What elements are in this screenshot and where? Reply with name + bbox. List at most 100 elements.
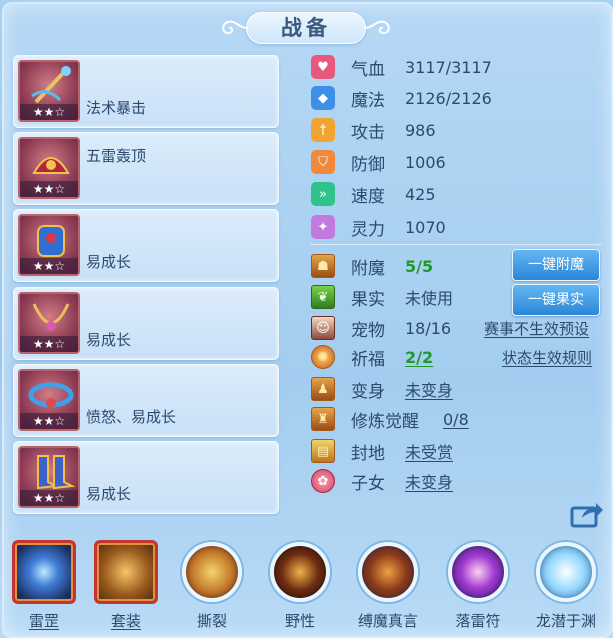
stat-label: 速度 (351, 186, 385, 207)
status-enchant[interactable]: ☗ 附魔 5/5 (311, 253, 433, 279)
skill-label: 落雷符 (455, 612, 501, 630)
suit-icon (94, 540, 158, 604)
equipment-card-boots[interactable]: ★★☆ 易成长 (13, 441, 279, 514)
stat-value: 2126/2126 (405, 88, 492, 108)
stat-attack: † 攻击 986 (311, 117, 436, 143)
skill-dragon[interactable]: 龙潜于渊 (530, 538, 602, 634)
stat-value: 1070 (405, 217, 446, 237)
status-value[interactable]: 0/8 (443, 410, 469, 429)
status-pet[interactable]: ☺ 宠物 18/16 (311, 315, 451, 341)
status-value[interactable]: 2/2 (405, 348, 433, 367)
status-fief[interactable]: ▤ 封地 未受赏 (311, 438, 453, 464)
status-label: 祈福 (351, 349, 385, 370)
status-label: 附魔 (351, 258, 385, 279)
skill-thunder-orb[interactable]: 雷罡 (8, 538, 80, 634)
status-value: 5/5 (405, 256, 434, 276)
speed-icon: » (311, 182, 335, 206)
title-banner: 战备 (216, 8, 396, 46)
thunder-talisman-icon (448, 542, 508, 602)
status-value: 未使用 (405, 289, 454, 308)
belt-icon (28, 382, 74, 408)
transform-icon: ♟ (311, 377, 335, 401)
weapon-icon (31, 66, 71, 104)
claw-icon (182, 542, 242, 602)
star-rating: ★★☆ (20, 104, 78, 120)
blessing-icon: ✺ (311, 345, 335, 369)
status-label: 修炼觉醒 (351, 411, 419, 432)
spirit-icon: ✦ (311, 215, 335, 239)
skill-label: 野性 (284, 612, 315, 630)
equipment-effect: 易成长 (86, 485, 132, 503)
stat-value: 425 (405, 184, 436, 204)
share-icon[interactable] (570, 500, 604, 528)
status-label: 果实 (351, 289, 385, 310)
stat-label: 灵力 (351, 219, 385, 240)
stat-label: 气血 (351, 59, 385, 80)
swirl-ornament-icon (363, 20, 390, 35)
skill-suit[interactable]: 套装 (90, 538, 162, 634)
equipment-icon: ★★☆ (18, 214, 80, 276)
armor-icon (37, 225, 65, 257)
equipment-icon: ★★☆ (18, 446, 80, 508)
enchant-icon: ☗ (311, 254, 335, 278)
skill-label: 雷罡 (28, 612, 59, 630)
status-awaken[interactable]: ♜ 修炼觉醒 0/8 (311, 406, 469, 432)
status-blessing[interactable]: ✺ 祈福 2/2 (311, 344, 433, 370)
star-rating: ★★☆ (20, 181, 78, 197)
enchant-all-button[interactable]: 一键附魔 (512, 249, 600, 281)
stat-spirit: ✦ 灵力 1070 (311, 214, 446, 240)
fief-icon: ▤ (311, 439, 335, 463)
equipment-effect: 法术暴击 (86, 99, 147, 117)
star-rating: ★★☆ (20, 413, 78, 429)
status-transform[interactable]: ♟ 变身 未变身 (311, 376, 453, 402)
equipment-effect: 易成长 (86, 253, 132, 271)
star-rating: ★★☆ (20, 258, 78, 274)
event-invalid-link[interactable]: 赛事不生效预设 (484, 318, 589, 339)
child-icon: ✿ (311, 469, 335, 493)
skill-thunder-talisman[interactable]: 落雷符 (442, 538, 514, 634)
skill-label: 缚魔真言 (357, 612, 418, 630)
skill-label: 套装 (110, 612, 141, 630)
awaken-icon: ♜ (311, 407, 335, 431)
equipment-card-helmet[interactable]: ★★☆ 五雷轰顶 (13, 132, 279, 205)
star-rating: ★★☆ (20, 490, 78, 506)
status-value: 18/16 (405, 318, 452, 338)
equipment-card-weapon[interactable]: ★★☆ 法术暴击 (13, 55, 279, 128)
shield-icon: ⛉ (311, 150, 335, 174)
stat-hp: ♥ 气血 3117/3117 (311, 54, 492, 80)
stat-value: 986 (405, 120, 436, 140)
stat-label: 攻击 (351, 122, 385, 143)
stat-value: 1006 (405, 152, 446, 172)
equipment-card-necklace[interactable]: ★★☆ 易成长 (13, 287, 279, 360)
equipment-effect: 易成长 (86, 331, 132, 349)
skill-label: 龙潜于渊 (535, 612, 596, 630)
stat-mp: ◆ 魔法 2126/2126 (311, 85, 492, 111)
status-value[interactable]: 未变身 (405, 469, 453, 493)
status-value[interactable]: 未变身 (405, 377, 453, 401)
fruit-all-button[interactable]: 一键果实 (512, 284, 600, 316)
sword-icon: † (311, 118, 335, 142)
status-label: 子女 (351, 473, 385, 494)
status-label: 变身 (351, 381, 385, 402)
status-label: 宠物 (351, 320, 385, 341)
skill-demon-bind[interactable]: 缚魔真言 (352, 538, 424, 634)
stat-defense: ⛉ 防御 1006 (311, 149, 446, 175)
stat-value: 3117/3117 (405, 57, 492, 77)
demon-bind-icon (358, 542, 418, 602)
star-rating: ★★☆ (20, 336, 78, 352)
wild-icon (270, 542, 330, 602)
status-rules-link[interactable]: 状态生效规则 (502, 347, 592, 368)
necklace-icon (32, 303, 70, 331)
skill-wild[interactable]: 野性 (264, 538, 336, 634)
equipment-card-belt[interactable]: ★★☆ 愤怒、易成长 (13, 364, 279, 437)
page-title: 战备 (281, 16, 331, 40)
diamond-icon: ◆ (311, 86, 335, 110)
status-child[interactable]: ✿ 子女 未变身 (311, 468, 453, 494)
stat-speed: » 速度 425 (311, 181, 436, 207)
fruit-icon: ❦ (311, 285, 335, 309)
status-fruit[interactable]: ❦ 果实 未使用 (311, 284, 453, 310)
equipment-icon: ★★☆ (18, 137, 80, 199)
equipment-card-armor[interactable]: ★★☆ 易成长 (13, 209, 279, 282)
skill-claw[interactable]: 撕裂 (176, 538, 248, 634)
status-value[interactable]: 未受赏 (405, 439, 453, 463)
